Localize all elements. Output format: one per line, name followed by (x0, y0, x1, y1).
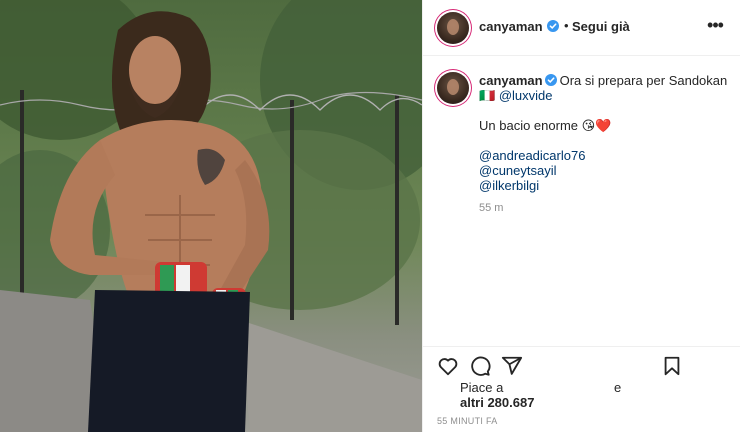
author-username[interactable]: canyaman (479, 19, 543, 34)
tag-link[interactable]: @cuneytsayil (479, 163, 585, 178)
caption-text: canyaman Ora si prepara per Sandokan 🇮🇹 … (479, 73, 729, 103)
caption-line2: Un bacio enorme 😘❤️ (479, 118, 612, 133)
likes-count[interactable]: altri 280.687 (460, 395, 534, 410)
caption-body: Ora si prepara per Sandokan (559, 73, 728, 88)
tag-link[interactable]: @ilkerbilgi (479, 178, 585, 193)
post-caption: canyaman Ora si prepara per Sandokan 🇮🇹 … (423, 56, 740, 346)
likes-prefix: Piace a (460, 380, 504, 395)
post-header: canyaman • Segui già ••• (423, 0, 740, 56)
caption-avatar[interactable] (437, 72, 469, 104)
verified-badge-icon (544, 74, 557, 86)
likes-conjunction: e (614, 380, 622, 395)
likes-line1[interactable]: Piace a e (460, 380, 621, 395)
following-button[interactable]: Segui già (572, 19, 630, 34)
post-side-panel: canyaman • Segui già ••• canyaman Ora si… (422, 0, 740, 432)
mention-luxvide[interactable]: @luxvide (499, 88, 553, 103)
heart-icon[interactable] (437, 355, 459, 377)
caption-timestamp: 55 m (479, 202, 504, 214)
verified-badge-icon (547, 20, 559, 32)
share-icon[interactable] (501, 355, 523, 377)
post-timestamp: 55 MINUTI FA (437, 416, 498, 426)
post-image[interactable] (0, 0, 422, 432)
bookmark-icon[interactable] (661, 355, 683, 377)
ellipsis-icon[interactable]: ••• (705, 15, 725, 35)
post-photo-illustration (0, 0, 422, 432)
author-avatar[interactable] (437, 12, 469, 44)
caption-username[interactable]: canyaman (479, 73, 543, 88)
separator-dot: • (564, 18, 569, 33)
comment-icon[interactable] (469, 355, 491, 377)
tag-link[interactable]: @andreadicarlo76 (479, 148, 585, 163)
tagged-users: @andreadicarlo76 @cuneytsayil @ilkerbilg… (479, 148, 585, 193)
italy-flag: 🇮🇹 (479, 88, 496, 103)
